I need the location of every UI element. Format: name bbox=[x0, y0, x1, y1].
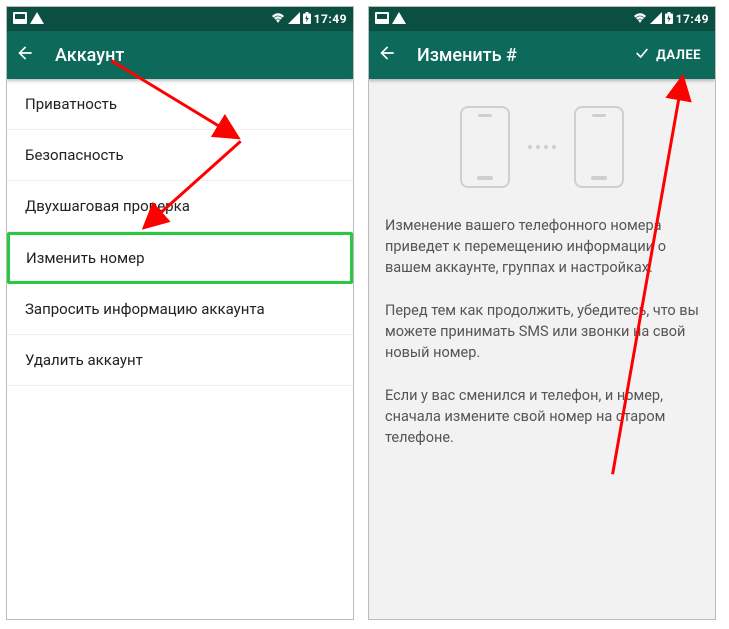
signal-icon bbox=[288, 12, 300, 27]
dots-icon bbox=[528, 145, 556, 149]
phone-transfer-illustration bbox=[385, 93, 699, 193]
settings-item[interactable]: Двухшаговая проверка bbox=[7, 181, 353, 232]
phone-left: 17:49 Аккаунт Приватность Безопасность Дву… bbox=[6, 6, 354, 620]
statusbar: 17:49 bbox=[369, 7, 715, 31]
settings-item-label: Двухшаговая проверка bbox=[25, 197, 190, 215]
appbar-title: Изменить # bbox=[417, 45, 608, 66]
warning-icon bbox=[30, 12, 44, 27]
battery-icon bbox=[665, 12, 673, 27]
settings-item[interactable]: Изменить номер bbox=[7, 232, 353, 284]
settings-item-label: Безопасность bbox=[25, 146, 124, 164]
back-icon[interactable] bbox=[377, 43, 397, 67]
settings-item-label: Запросить информацию аккаунта bbox=[25, 300, 265, 318]
signal-icon bbox=[650, 12, 662, 27]
wifi-icon bbox=[271, 12, 285, 27]
next-button-label: ДАЛЕЕ bbox=[656, 48, 701, 63]
settings-item[interactable]: Запросить информацию аккаунта bbox=[7, 284, 353, 335]
battery-icon bbox=[303, 12, 311, 27]
settings-item-label: Приватность bbox=[25, 95, 117, 113]
warning-icon bbox=[392, 12, 406, 27]
info-paragraph-1: Изменение вашего телефонного номера прив… bbox=[385, 215, 699, 278]
settings-item-label: Удалить аккаунт bbox=[25, 351, 143, 369]
appbar: Изменить # ДАЛЕЕ bbox=[369, 31, 715, 79]
app-icon bbox=[13, 12, 27, 27]
app-icon bbox=[375, 12, 389, 27]
statusbar: 17:49 bbox=[7, 7, 353, 31]
settings-list: Приватность Безопасность Двухшаговая прове… bbox=[7, 79, 353, 619]
change-number-body: Изменение вашего телефонного номера прив… bbox=[369, 79, 715, 619]
settings-item[interactable]: Приватность bbox=[7, 79, 353, 130]
status-clock: 17:49 bbox=[676, 12, 709, 26]
wifi-icon bbox=[633, 12, 647, 27]
info-paragraph-2: Перед тем как продолжить, убедитесь, что… bbox=[385, 300, 699, 363]
appbar-title: Аккаунт bbox=[55, 45, 345, 66]
new-phone-icon bbox=[574, 106, 624, 188]
next-button[interactable]: ДАЛЕЕ bbox=[628, 39, 707, 71]
info-paragraph-3: Если у вас сменился и телефон, и номер, … bbox=[385, 385, 699, 448]
back-icon[interactable] bbox=[15, 43, 35, 67]
settings-item-label: Изменить номер bbox=[26, 249, 145, 267]
appbar: Аккаунт bbox=[7, 31, 353, 79]
settings-item[interactable]: Безопасность bbox=[7, 130, 353, 181]
status-clock: 17:49 bbox=[314, 12, 347, 26]
settings-item[interactable]: Удалить аккаунт bbox=[7, 335, 353, 386]
check-icon bbox=[634, 45, 650, 65]
old-phone-icon bbox=[460, 106, 510, 188]
phone-right: 17:49 Изменить # ДАЛЕЕ Изменение вашего … bbox=[368, 6, 716, 620]
